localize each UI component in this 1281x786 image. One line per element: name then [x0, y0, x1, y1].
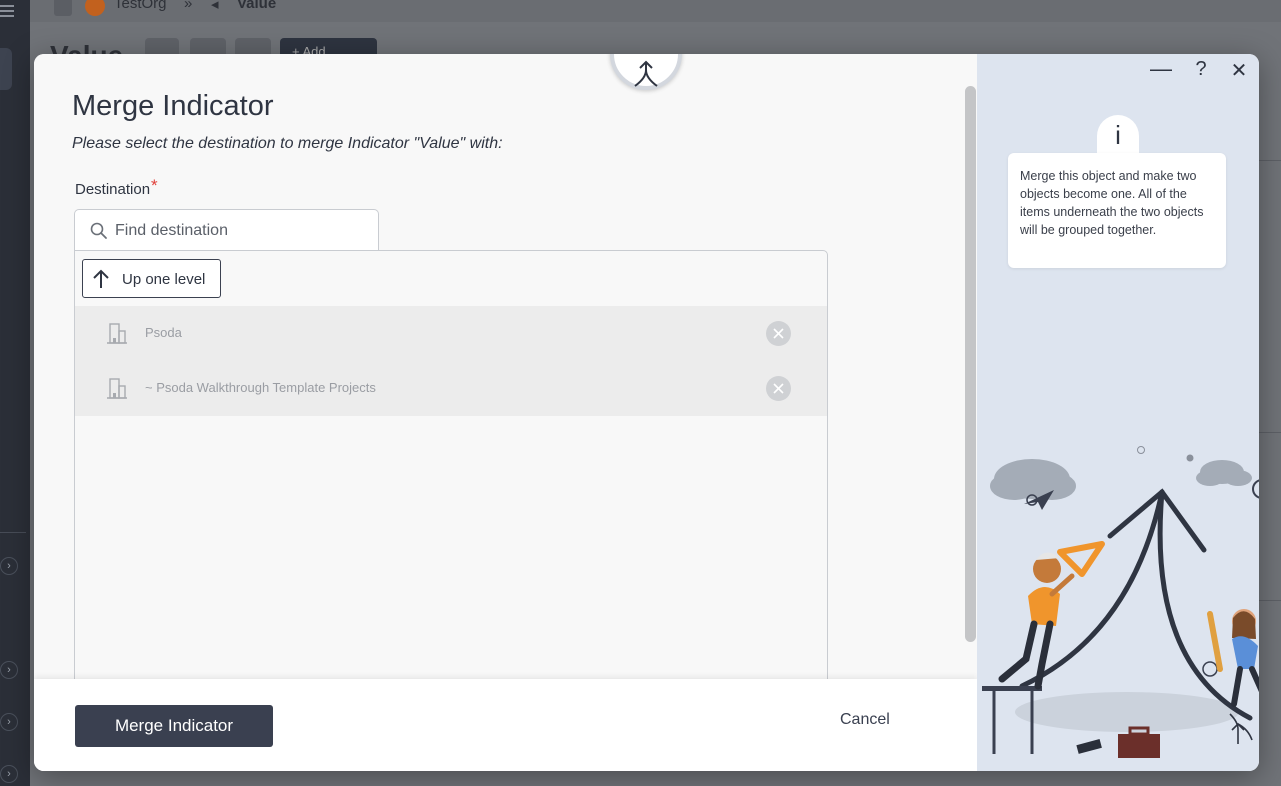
tree-item-label: Psoda	[145, 325, 182, 340]
app-header: TestOrg » ◂ Value	[30, 0, 1281, 22]
merge-indicator-button[interactable]: Merge Indicator	[75, 705, 273, 747]
dialog-footer: Merge Indicator Cancel	[34, 679, 977, 771]
org-logo	[85, 0, 105, 16]
dialog-subtitle: Please select the destination to merge I…	[72, 135, 503, 152]
search-icon	[90, 222, 107, 239]
required-mark: *	[151, 176, 158, 195]
info-bubble: Merge this object and make two objects b…	[1008, 153, 1226, 268]
building-icon	[107, 378, 127, 399]
chevron-right-icon: ›	[0, 557, 18, 575]
up-one-level-button[interactable]: Up one level	[82, 259, 221, 298]
info-text: Merge this object and make two objects b…	[1020, 169, 1204, 237]
chevron-right-icon: ›	[0, 765, 18, 783]
sidebar-divider	[0, 532, 26, 533]
tree-item[interactable]: Psoda	[75, 306, 827, 361]
help-button[interactable]: ?	[1189, 58, 1213, 81]
minimize-button[interactable]: —	[1149, 56, 1173, 82]
tree-item-label: ~ Psoda Walkthrough Template Projects	[145, 380, 376, 395]
building-icon	[107, 323, 127, 344]
info-icon: i	[1097, 115, 1139, 157]
divider	[1259, 432, 1281, 433]
app-sidebar: › › › ›	[0, 0, 30, 786]
breadcrumb-current: Value	[237, 0, 277, 12]
destination-label: Destination*	[75, 176, 158, 199]
cancel-button[interactable]: Cancel	[840, 711, 890, 729]
sidebar-active-item	[0, 48, 12, 90]
chevron-right-icon: ›	[0, 713, 18, 731]
merge-arrow-icon	[634, 60, 658, 87]
collapse-icon	[54, 0, 72, 16]
chevron-right-icon: ›	[0, 661, 18, 679]
menu-icon	[0, 2, 18, 17]
destination-search[interactable]	[74, 209, 379, 251]
destination-label-text: Destination	[75, 181, 151, 198]
dialog-main: Merge Indicator Please select the destin…	[34, 54, 977, 771]
search-input[interactable]	[115, 218, 370, 244]
divider	[1259, 160, 1281, 161]
info-glyph: i	[1115, 120, 1121, 150]
magnifier-icon	[1252, 479, 1259, 499]
destination-tree: Up one level Psoda ~ Psoda Walkthrough T…	[74, 250, 828, 690]
breadcrumb-separator: »	[184, 0, 193, 12]
breadcrumb-back-icon: ◂	[211, 0, 219, 13]
arrow-up-icon	[93, 269, 109, 288]
merge-illustration	[982, 446, 1259, 758]
tree-item[interactable]: ~ Psoda Walkthrough Template Projects	[75, 361, 827, 416]
close-button[interactable]: ✕	[1227, 58, 1251, 83]
up-one-level-label: Up one level	[122, 271, 206, 288]
divider	[1259, 600, 1281, 601]
remove-icon[interactable]	[766, 376, 791, 401]
dialog-title: Merge Indicator	[72, 90, 274, 122]
merge-dialog: Merge Indicator Please select the destin…	[34, 54, 1259, 771]
remove-icon[interactable]	[766, 321, 791, 346]
breadcrumb-org: TestOrg	[114, 0, 167, 12]
cloud-icon	[990, 459, 1076, 500]
cloud-icon	[1196, 460, 1252, 486]
